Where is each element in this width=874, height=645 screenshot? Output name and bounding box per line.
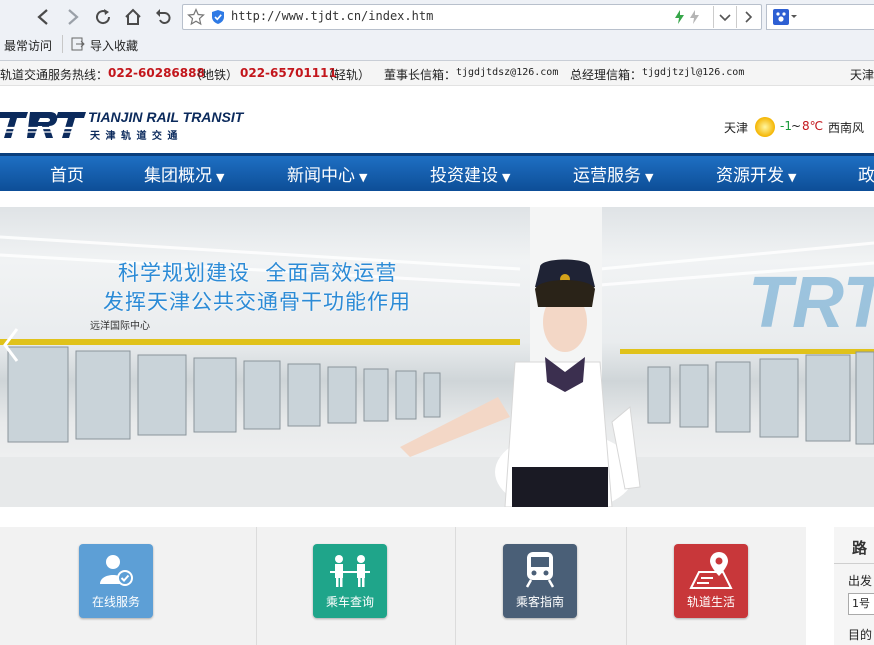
service-online[interactable]: 在线服务 [79, 544, 153, 618]
hotline-bar: 轨道交通服务热线： 022-60286888 （地铁） 022-65701111… [0, 61, 874, 86]
service-ride-query[interactable]: 乘车查询 [313, 544, 387, 618]
logo-chinese-name: 天 津 轨 道 交 通 [90, 131, 179, 142]
nav-government[interactable]: 政 [858, 161, 874, 186]
forward-icon[interactable] [60, 4, 86, 30]
service-divider [626, 527, 627, 645]
map-pin-icon [689, 552, 733, 589]
chevron-down-icon[interactable] [713, 6, 736, 28]
gm-email[interactable]: tjgdjtzjl@126.com [642, 67, 744, 78]
address-bar[interactable]: http://www.tjdt.cn/index.htm [182, 4, 762, 30]
service-passenger-guide[interactable]: 乘客指南 [503, 544, 577, 618]
lightning-icon[interactable] [673, 8, 703, 30]
hotline-label: 轨道交通服务热线： [0, 68, 109, 82]
shield-icon [210, 9, 226, 29]
from-label: 出发 [848, 574, 873, 588]
site-logo[interactable]: TIANJIN RAIL TRANSIT 天 津 轨 道 交 通 [0, 100, 260, 150]
undo-icon[interactable] [150, 4, 176, 30]
chevron-down-icon: ▼ [502, 171, 511, 184]
service-divider [455, 527, 456, 645]
bookmark-import[interactable]: 导入收藏 [90, 37, 138, 54]
chairman-mailbox-label: 董事长信箱： [384, 68, 457, 82]
nav-label: 集团概况 [144, 166, 212, 186]
nav-label: 政 [858, 166, 874, 186]
nav-label: 新闻中心 [287, 166, 355, 186]
panel-title: 路 [852, 539, 868, 557]
metro-label: （地铁） [190, 68, 239, 82]
hero-banner[interactable]: TRT 远洋国际中心 科学规划建设 全面高效运营 发挥天津公共交通骨干功能作用 [0, 207, 874, 507]
nav-investment[interactable]: 投资建设 ▼ [430, 161, 510, 186]
bookmark-most-visited[interactable]: 最常访问 [4, 37, 52, 54]
weather-wind: 西南风 [828, 121, 865, 135]
light-rail-label: （轻轨） [322, 68, 371, 82]
weather-city: 天津 [724, 121, 749, 135]
trt-logo-icon [0, 112, 86, 138]
chairman-email[interactable]: tjgdjtdsz@126.com [456, 67, 558, 78]
passengers-icon [330, 555, 370, 587]
infobar-right-text: 天津 [850, 68, 874, 82]
nav-news-center[interactable]: 新闻中心 ▼ [287, 161, 367, 186]
user-check-icon [100, 555, 133, 586]
sun-icon [754, 116, 776, 141]
quick-services: 在线服务 乘车查询 乘客指南 轨道生活 [0, 527, 806, 645]
paw-icon[interactable] [772, 8, 798, 30]
logo-english-name: TIANJIN RAIL TRANSIT [88, 109, 244, 125]
nav-resources[interactable]: 资源开发 ▼ [716, 161, 796, 186]
service-label: 在线服务 [91, 595, 140, 609]
nav-operations[interactable]: 运营服务 ▼ [573, 161, 653, 186]
browser-toolbar: http://www.tjdt.cn/index.htm 最常访问 导入收藏 [0, 0, 874, 61]
main-nav: 首页 集团概况 ▼ 新闻中心 ▼ 投资建设 ▼ 运营服务 ▼ 资源开发 ▼ 政 [0, 153, 874, 191]
panel-divider [834, 563, 874, 564]
chevron-down-icon: ▼ [645, 171, 654, 184]
nav-home[interactable]: 首页 [50, 161, 84, 186]
home-icon[interactable] [120, 4, 146, 30]
chevron-down-icon: ▼ [216, 171, 225, 184]
chevron-down-icon: ▼ [788, 171, 797, 184]
gm-mailbox-label: 总经理信箱： [570, 68, 643, 82]
banner-slogan-line2: 发挥天津公共交通骨干功能作用 [103, 290, 411, 314]
import-icon [70, 36, 86, 55]
route-query-panel: 路 出发 1号 目的 [834, 527, 874, 645]
service-label: 轨道生活 [686, 595, 735, 609]
banner-watermark: TRT [748, 263, 874, 343]
refresh-icon[interactable] [90, 4, 116, 30]
train-icon [525, 552, 555, 588]
service-label: 乘客指南 [515, 595, 564, 609]
nav-group-overview[interactable]: 集团概况 ▼ [144, 161, 224, 186]
banner-slogan-line1: 科学规划建设 全面高效运营 [118, 261, 398, 285]
nav-label: 投资建设 [430, 166, 498, 186]
chevron-down-icon: ▼ [359, 171, 368, 184]
url-text[interactable]: http://www.tjdt.cn/index.htm [231, 9, 433, 23]
star-icon[interactable] [187, 8, 205, 30]
station-sign: 远洋国际中心 [90, 319, 150, 332]
weather-sep: ~ [791, 119, 802, 133]
chevron-right-icon[interactable] [736, 6, 759, 28]
nav-label: 首页 [50, 166, 84, 186]
search-engine-box[interactable] [766, 4, 874, 30]
weather-high: 8℃ [802, 119, 824, 133]
to-label: 目的 [848, 628, 873, 642]
from-station-select[interactable]: 1号 [848, 593, 874, 615]
station-platform-image: TRT 远洋国际中心 [0, 207, 874, 507]
nav-label: 资源开发 [716, 166, 784, 186]
bookmark-divider [62, 35, 63, 53]
bookmarks-bar: 最常访问 导入收藏 [0, 33, 874, 57]
service-divider [256, 527, 257, 645]
banner-prev-arrow-icon[interactable] [0, 325, 22, 365]
back-icon[interactable] [30, 4, 56, 30]
service-label: 乘车查询 [325, 595, 374, 609]
nav-label: 运营服务 [573, 166, 641, 186]
service-rail-life[interactable]: 轨道生活 [674, 544, 748, 618]
